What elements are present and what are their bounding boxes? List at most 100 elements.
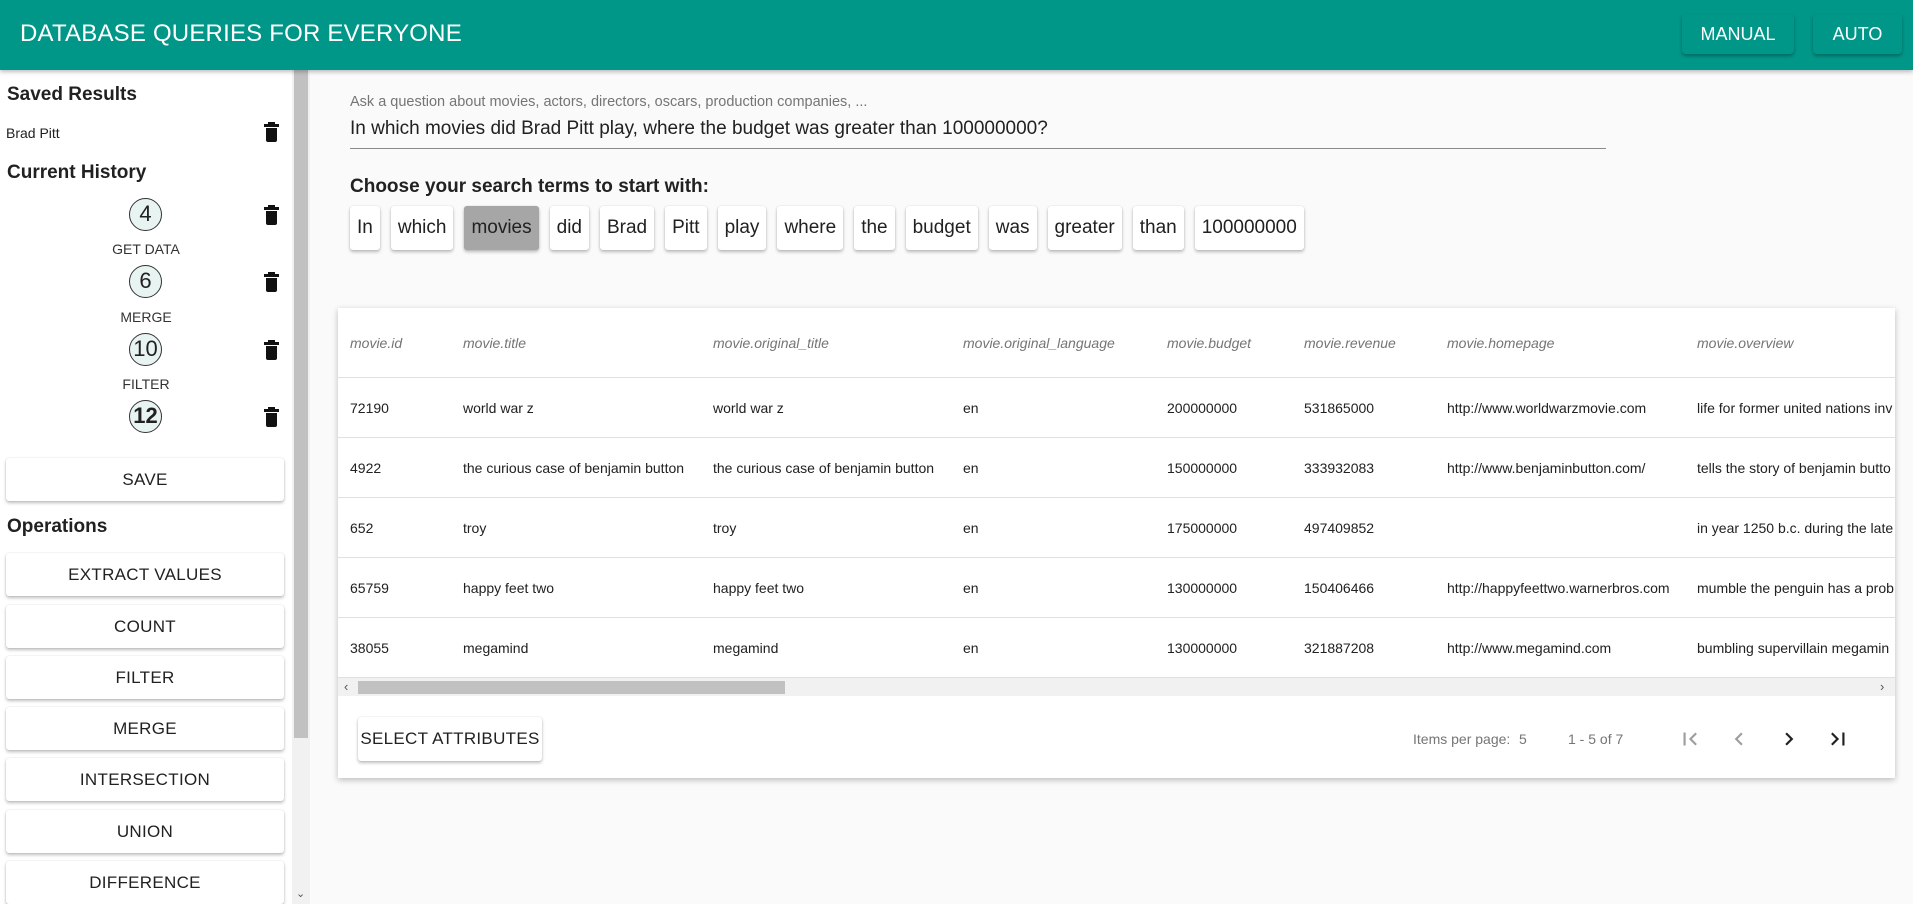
history-step-10[interactable]: 10 bbox=[129, 333, 162, 366]
table-cell: 4922 bbox=[350, 459, 382, 476]
table-cell: http://www.megamind.com bbox=[1447, 639, 1612, 656]
table-cell: 652 bbox=[350, 519, 374, 536]
first-page-icon[interactable] bbox=[1673, 722, 1707, 756]
delete-history-icon[interactable] bbox=[264, 340, 279, 360]
history-step-6[interactable]: 6 bbox=[129, 265, 162, 298]
table-cell: 38055 bbox=[350, 639, 389, 656]
pagination-range: 1 - 5 of 7 bbox=[1568, 731, 1624, 747]
select-attributes-button[interactable]: SELECT ATTRIBUTES bbox=[358, 717, 542, 761]
manual-mode-button[interactable]: MANUAL bbox=[1682, 14, 1794, 54]
horizontal-scrollbar-thumb[interactable] bbox=[358, 681, 785, 694]
sidebar-scrollbar-thumb[interactable] bbox=[294, 70, 308, 738]
table-cell: en bbox=[963, 639, 979, 656]
history-step-12[interactable]: 12 bbox=[129, 400, 162, 433]
count-button[interactable]: COUNT bbox=[6, 605, 284, 648]
app-toolbar: DATABASE QUERIES FOR EVERYONE MANUAL AUT… bbox=[0, 0, 1913, 70]
choose-terms-heading: Choose your search terms to start with: bbox=[350, 176, 709, 197]
table-cell: http://happyfeettwo.warnerbros.com bbox=[1447, 579, 1669, 596]
column-header[interactable]: movie.title bbox=[463, 308, 688, 377]
items-per-page-select[interactable]: 5 bbox=[1519, 731, 1527, 747]
column-header[interactable]: movie.budget bbox=[1167, 308, 1297, 377]
term-chip[interactable]: Brad bbox=[599, 206, 655, 250]
term-chip[interactable]: greater bbox=[1047, 206, 1122, 250]
intersection-button[interactable]: INTERSECTION bbox=[6, 758, 284, 801]
table-cell: en bbox=[963, 459, 979, 476]
table-cell: megamind bbox=[713, 639, 779, 656]
table-cell: world war z bbox=[463, 399, 534, 416]
filter-button[interactable]: FILTER bbox=[6, 656, 284, 699]
table-cell: world war z bbox=[713, 399, 784, 416]
table-row[interactable]: 72190 world war z world war z en 200000000 53… bbox=[338, 378, 1895, 438]
term-chip[interactable]: Pitt bbox=[665, 206, 707, 250]
table-row[interactable]: 652 troy troy en 175000000 497409852 in year 1… bbox=[338, 498, 1895, 558]
app-title: DATABASE QUERIES FOR EVERYONE bbox=[20, 20, 462, 47]
merge-button[interactable]: MERGE bbox=[6, 707, 284, 750]
chevron-down-icon[interactable]: ⌄ bbox=[296, 887, 305, 900]
table-cell: 130000000 bbox=[1167, 579, 1238, 596]
table-cell: tells the story of benjamin butto bbox=[1697, 459, 1891, 476]
table-cell: 497409852 bbox=[1304, 519, 1375, 536]
table-cell: 65759 bbox=[350, 579, 389, 596]
table-cell: 321887208 bbox=[1304, 639, 1375, 656]
current-history-heading: Current History bbox=[7, 162, 147, 183]
term-chip[interactable]: was bbox=[988, 206, 1037, 250]
table-cell: the curious case of benjamin button bbox=[713, 459, 935, 476]
search-term-chips: In which movies did Brad Pitt play where… bbox=[350, 206, 1304, 250]
chevron-right-icon[interactable]: › bbox=[1880, 679, 1884, 694]
auto-mode-button[interactable]: AUTO bbox=[1813, 14, 1902, 54]
column-header[interactable]: movie.id bbox=[350, 308, 450, 377]
term-chip-selected[interactable]: movies bbox=[464, 206, 539, 250]
table-cell: 150406466 bbox=[1304, 579, 1375, 596]
table-row[interactable]: 4922 the curious case of benjamin button t… bbox=[338, 438, 1895, 498]
term-chip[interactable]: than bbox=[1132, 206, 1184, 250]
save-button[interactable]: SAVE bbox=[6, 458, 284, 501]
column-header[interactable]: movie.revenue bbox=[1304, 308, 1434, 377]
table-cell: life for former united nations inv bbox=[1697, 399, 1893, 416]
term-chip[interactable]: budget bbox=[905, 206, 978, 250]
query-placeholder-label: Ask a question about movies, actors, dir… bbox=[350, 94, 868, 110]
sidebar-scrollbar[interactable]: ⌄ bbox=[292, 70, 310, 904]
column-header[interactable]: movie.original_title bbox=[713, 308, 938, 377]
term-chip[interactable]: which bbox=[390, 206, 454, 250]
table-cell: the curious case of benjamin button bbox=[463, 459, 685, 476]
chevron-left-icon[interactable]: ‹ bbox=[344, 679, 348, 694]
union-button[interactable]: UNION bbox=[6, 810, 284, 853]
column-header[interactable]: movie.homepage bbox=[1447, 308, 1669, 377]
previous-page-icon[interactable] bbox=[1722, 722, 1756, 756]
table-cell: http://www.worldwarzmovie.com bbox=[1447, 399, 1647, 416]
term-chip[interactable]: 100000000 bbox=[1194, 206, 1304, 250]
delete-history-icon[interactable] bbox=[264, 272, 279, 292]
sidebar: Saved Results Brad Pitt Current History … bbox=[0, 70, 292, 904]
term-chip[interactable]: did bbox=[549, 206, 589, 250]
term-chip[interactable]: where bbox=[777, 206, 844, 250]
term-chip[interactable]: In bbox=[350, 206, 380, 250]
last-page-icon[interactable] bbox=[1821, 722, 1855, 756]
table-row[interactable]: 38055 megamind megamind en 130000000 32188720… bbox=[338, 618, 1895, 678]
difference-button[interactable]: DIFFERENCE bbox=[6, 861, 284, 904]
history-step-4[interactable]: 4 bbox=[129, 198, 162, 231]
saved-results-heading: Saved Results bbox=[7, 84, 137, 105]
delete-history-icon[interactable] bbox=[264, 205, 279, 225]
term-chip[interactable]: play bbox=[717, 206, 767, 250]
table-horizontal-scrollbar[interactable]: ‹ › bbox=[338, 678, 1895, 696]
table-cell: http://www.benjaminbutton.com/ bbox=[1447, 459, 1646, 476]
query-input[interactable]: In which movies did Brad Pitt play, wher… bbox=[350, 118, 1606, 149]
table-cell: happy feet two bbox=[463, 579, 555, 596]
table-cell: bumbling supervillain megamin bbox=[1697, 639, 1890, 656]
next-page-icon[interactable] bbox=[1772, 722, 1806, 756]
delete-history-icon[interactable] bbox=[264, 407, 279, 427]
items-per-page-label: Items per page: bbox=[1413, 731, 1511, 747]
extract-values-button[interactable]: EXTRACT VALUES bbox=[6, 553, 284, 596]
history-step-label: GET DATA bbox=[112, 241, 180, 257]
term-chip[interactable]: the bbox=[854, 206, 895, 250]
table-cell: en bbox=[963, 519, 979, 536]
table-cell: 130000000 bbox=[1167, 639, 1238, 656]
table-row[interactable]: 65759 happy feet two happy feet two en 13000… bbox=[338, 558, 1895, 618]
delete-saved-icon[interactable] bbox=[264, 122, 279, 142]
table-cell: en bbox=[963, 579, 979, 596]
column-header[interactable]: movie.overview bbox=[1697, 308, 1895, 377]
table-cell: 333932083 bbox=[1304, 459, 1375, 476]
table-cell: 531865000 bbox=[1304, 399, 1375, 416]
saved-result-item[interactable]: Brad Pitt bbox=[6, 125, 60, 141]
column-header[interactable]: movie.original_language bbox=[963, 308, 1153, 377]
